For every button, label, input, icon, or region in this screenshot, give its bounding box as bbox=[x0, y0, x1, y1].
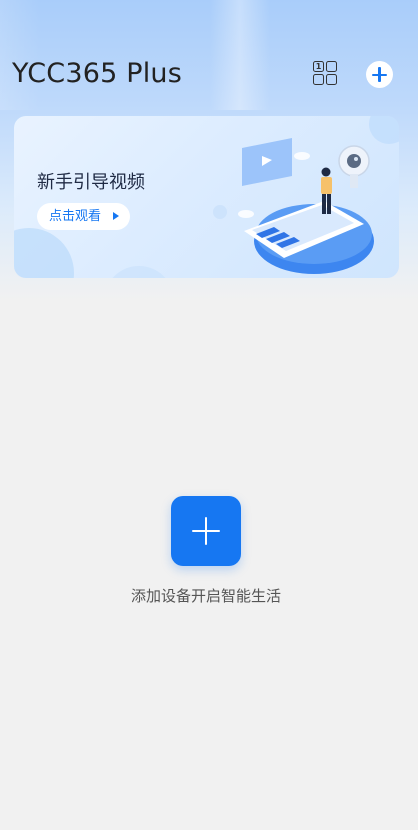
grid-badge: 1 bbox=[315, 62, 322, 71]
background-streak bbox=[0, 0, 40, 110]
watch-video-button[interactable]: 点击观看 bbox=[37, 203, 130, 230]
multi-view-grid-icon: 1 bbox=[313, 61, 324, 72]
add-device-button[interactable] bbox=[171, 496, 241, 566]
add-device-top-button[interactable] bbox=[366, 61, 393, 88]
multi-view-grid-button[interactable]: 1 bbox=[313, 61, 339, 87]
empty-state-message: 添加设备开启智能生活 bbox=[130, 587, 281, 605]
guide-video-banner[interactable]: 新手引导视频 点击观看 bbox=[14, 116, 399, 278]
play-triangle-icon bbox=[113, 212, 119, 220]
banner-title: 新手引导视频 bbox=[37, 172, 145, 193]
background-streak bbox=[210, 0, 270, 110]
watch-label: 点击观看 bbox=[49, 209, 102, 224]
banner-illustration bbox=[213, 138, 374, 274]
person-illustration bbox=[321, 167, 331, 177]
app-title: YCC365 Plus bbox=[12, 58, 183, 89]
